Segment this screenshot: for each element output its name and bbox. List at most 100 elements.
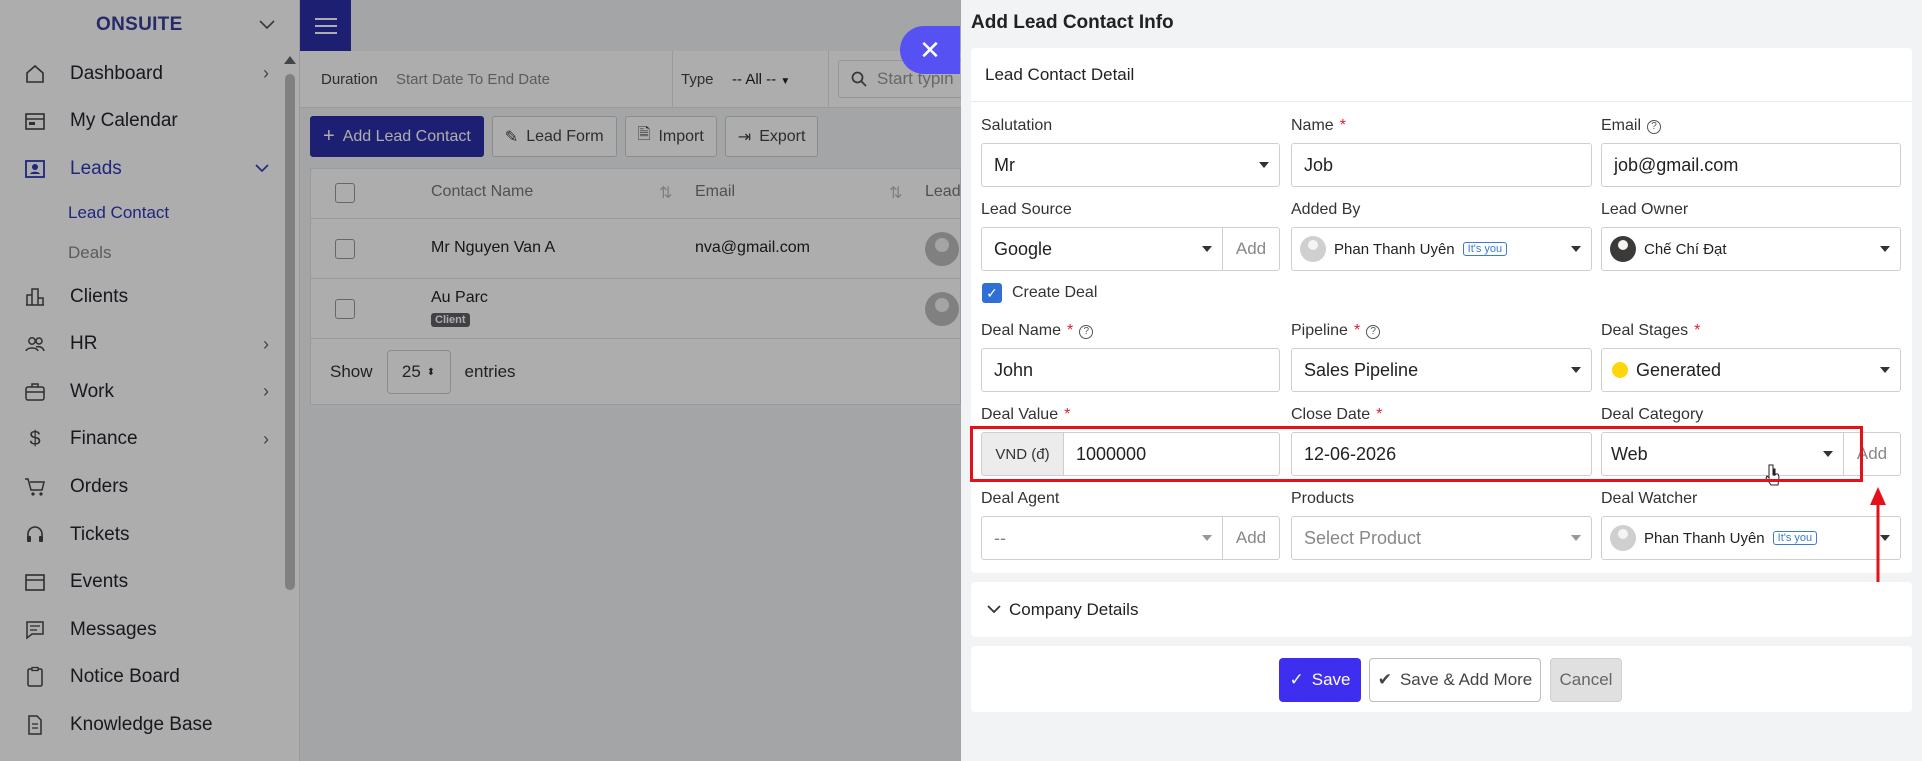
label-text: Added By [1291,201,1361,218]
select-value: Phan Thanh Uyên [1334,240,1455,258]
caret-down-icon [1571,367,1581,373]
lead-source-add-button[interactable]: Add [1223,227,1280,271]
label-text: Lead Owner [1601,201,1689,218]
email-input[interactable]: job@gmail.com [1601,143,1901,187]
modal-backdrop[interactable] [0,0,961,761]
caret-down-icon [1202,535,1212,541]
button-label: Save & Add More [1399,670,1533,689]
name-label: Name * [1291,117,1346,135]
deal-watcher-select[interactable]: Phan Thanh Uyên It's you [1601,516,1901,560]
required-asterisk: * [1376,406,1383,423]
section-label: Company Details [1009,599,1139,619]
help-icon[interactable]: ? [1647,119,1662,134]
required-asterisk: * [1064,406,1071,423]
required-asterisk: * [1353,322,1361,339]
stage-color-dot [1612,362,1628,378]
save-button[interactable]: ✓ Save [1279,658,1361,702]
email-label: Email? [1601,117,1662,135]
avatar [1610,236,1636,262]
input-value: job@gmail.com [1614,154,1739,175]
deal-agent-select[interactable]: -- [981,516,1223,560]
avatar [1610,525,1636,551]
checkmark-icon: ✓ [986,284,998,301]
its-you-badge: It's you [1462,242,1508,256]
label-text: Salutation [981,117,1053,134]
lead-contact-detail-card: Lead Contact Detail Salutation Mr Name * … [971,48,1912,573]
pipeline-select[interactable]: Sales Pipeline [1291,348,1592,392]
select-value: Generated [1636,359,1722,380]
close-date-label: Close Date * [1291,406,1382,424]
caret-down-icon [1259,162,1269,168]
select-value: Chế Chí Đạt [1644,240,1727,258]
deal-stages-label: Deal Stages * [1601,322,1700,340]
label-text: Deal Value [981,406,1059,423]
form-actions: ✓ Save ✔ Save & Add More Cancel [971,646,1912,712]
required-asterisk: * [1339,117,1346,134]
highlight-annotation-box [970,426,1863,482]
label-text: Email [1601,117,1642,134]
avatar [1300,236,1326,262]
input-value: Job [1304,154,1334,175]
close-icon: ✕ [919,34,941,65]
lead-owner-label: Lead Owner [1601,201,1688,219]
help-icon[interactable]: ? [1366,324,1381,339]
caret-down-icon [1571,246,1581,252]
create-deal-label[interactable]: Create Deal [1012,284,1097,302]
select-value: Mr [994,154,1015,175]
select-value: -- [994,527,1006,548]
chevron-down-icon [987,605,1001,614]
pipeline-label: Pipeline *? [1291,322,1381,340]
caret-down-icon [1880,246,1890,252]
label-text: Pipeline [1291,322,1348,339]
select-value: Phan Thanh Uyên [1644,529,1765,547]
add-lead-drawer: Add Lead Contact Info Lead Contact Detai… [961,0,1922,761]
lead-source-label: Lead Source [981,201,1072,219]
drawer-title: Add Lead Contact Info [971,12,1174,33]
select-value: Google [994,238,1053,259]
added-by-select[interactable]: Phan Thanh Uyên It's you [1291,227,1592,271]
deal-category-label: Deal Category [1601,406,1703,424]
caret-down-icon [1880,367,1890,373]
lead-source-select[interactable]: Google [981,227,1223,271]
double-check-icon: ✔ [1377,670,1392,689]
help-icon[interactable]: ? [1079,324,1094,339]
name-input[interactable]: Job [1291,143,1592,187]
label-text: Deal Agent [981,490,1060,507]
label-text: Deal Category [1601,406,1704,423]
caret-down-icon [1202,246,1212,252]
close-drawer-button[interactable]: ✕ [900,26,960,74]
save-and-add-more-button[interactable]: ✔ Save & Add More [1369,658,1541,702]
salutation-label: Salutation [981,117,1052,135]
button-label: Save [1311,670,1351,689]
deal-agent-label: Deal Agent [981,490,1059,508]
caret-down-icon [1571,535,1581,541]
its-you-badge: It's you [1772,531,1818,545]
label-text: Deal Name [981,322,1062,339]
create-deal-checkbox[interactable]: ✓ [982,283,1002,303]
deal-agent-add-button[interactable]: Add [1223,516,1280,560]
deal-name-label: Deal Name *? [981,322,1094,340]
required-asterisk: * [1694,322,1701,339]
deal-name-input[interactable]: John [981,348,1280,392]
deal-watcher-label: Deal Watcher [1601,490,1697,508]
deal-value-label: Deal Value * [981,406,1070,424]
label-text: Deal Stages [1601,322,1689,339]
input-value: John [994,359,1034,380]
label-text: Products [1291,490,1355,507]
select-value: Sales Pipeline [1304,359,1419,380]
label-text: Lead Source [981,201,1072,218]
deal-stages-select[interactable]: Generated [1601,348,1901,392]
required-asterisk: * [1067,322,1074,339]
products-select[interactable]: Select Product [1291,516,1592,560]
cancel-button[interactable]: Cancel [1550,658,1622,702]
select-placeholder: Select Product [1304,527,1422,548]
label-text: Close Date [1291,406,1371,423]
label-text: Name [1291,117,1334,134]
check-icon: ✓ [1289,670,1304,689]
lead-owner-select[interactable]: Chế Chí Đạt [1601,227,1901,271]
label-text: Deal Watcher [1601,490,1698,507]
products-label: Products [1291,490,1354,508]
added-by-label: Added By [1291,201,1360,219]
salutation-select[interactable]: Mr [981,143,1280,187]
company-details-section[interactable]: Company Details [971,582,1912,637]
